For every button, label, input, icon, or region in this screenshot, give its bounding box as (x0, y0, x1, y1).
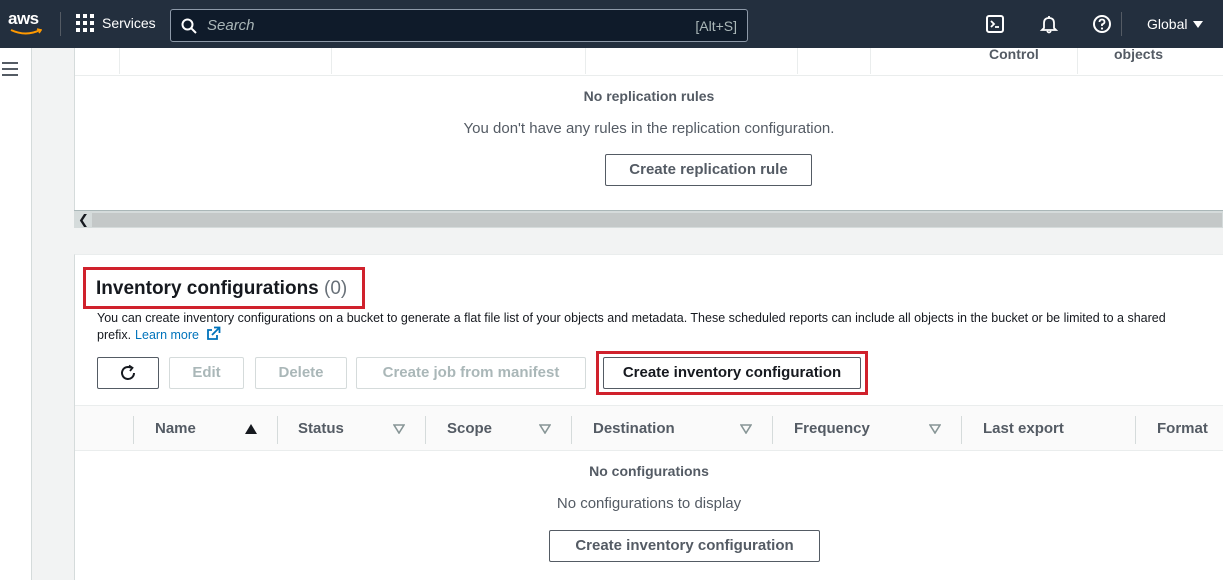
inventory-configurations-panel: Inventory configurations (0) You can cre… (74, 254, 1223, 580)
services-grid-icon (76, 14, 94, 32)
search-bar[interactable]: [Alt+S] (170, 9, 748, 42)
column-header-control[interactable]: Control (989, 46, 1039, 62)
column-header-scope[interactable]: Scope (447, 420, 492, 437)
scrollbar-thumb[interactable] (92, 213, 1222, 227)
refresh-button[interactable] (97, 357, 159, 389)
side-navigation-collapsed (0, 48, 32, 580)
menu-hamburger-icon[interactable] (2, 62, 18, 76)
column-header-name[interactable]: Name (155, 420, 196, 437)
cloudshell-icon[interactable] (985, 14, 1005, 34)
inventory-description-prefix: prefix. (97, 328, 132, 342)
caret-down-icon (1193, 20, 1204, 28)
nav-divider (60, 12, 61, 36)
column-header-destination[interactable]: Destination (593, 420, 675, 437)
refresh-icon (121, 364, 135, 380)
search-input[interactable] (207, 17, 696, 34)
delete-button[interactable]: Delete (255, 357, 347, 389)
learn-more-link[interactable]: Learn more (135, 328, 199, 342)
inventory-table-header: Name Status Scope Destination Frequency … (75, 405, 1223, 451)
horizontal-scrollbar[interactable]: ❮ (74, 210, 1223, 228)
help-icon[interactable] (1092, 14, 1112, 34)
inventory-empty-title: No configurations (589, 463, 709, 479)
services-menu-button[interactable]: Services (76, 14, 156, 32)
notifications-bell-icon[interactable] (1039, 14, 1059, 34)
top-navigation-bar: aws Services [Alt+S] Global (0, 0, 1223, 48)
sort-icon[interactable] (393, 424, 405, 434)
aws-logo[interactable]: aws (8, 10, 44, 36)
inventory-title: Inventory configurations (0) (96, 278, 347, 300)
sort-ascending-icon[interactable] (245, 424, 257, 434)
sort-icon[interactable] (740, 424, 752, 434)
create-job-from-manifest-button[interactable]: Create job from manifest (356, 357, 586, 389)
inventory-count: (0) (324, 278, 348, 299)
column-header-objects[interactable]: objects (1114, 46, 1163, 62)
replication-empty-description: You don't have any rules in the replicat… (463, 120, 835, 137)
inventory-header-highlight: Inventory configurations (0) (83, 267, 365, 309)
inventory-empty-description: No configurations to display (556, 495, 742, 512)
external-link-icon[interactable] (206, 326, 221, 341)
column-header-format[interactable]: Format (1157, 420, 1208, 437)
create-inventory-configuration-button[interactable]: Create inventory configuration (603, 357, 861, 389)
column-header-frequency[interactable]: Frequency (794, 420, 870, 437)
create-inventory-configuration-highlight: Create inventory configuration (596, 351, 868, 395)
region-selector[interactable]: Global (1147, 16, 1204, 32)
search-shortcut-hint: [Alt+S] (695, 17, 737, 34)
replication-table-header: Control objects (75, 46, 1223, 76)
edit-button[interactable]: Edit (169, 357, 244, 389)
replication-rules-panel: Control objects No replication rules You… (74, 46, 1223, 228)
column-header-status[interactable]: Status (298, 420, 344, 437)
sort-icon[interactable] (929, 424, 941, 434)
sort-icon[interactable] (539, 424, 551, 434)
search-icon (181, 18, 197, 34)
inventory-description: You can create inventory configurations … (97, 311, 1166, 325)
aws-logo-text: aws (8, 9, 39, 28)
column-header-last-export[interactable]: Last export (983, 420, 1064, 437)
services-label: Services (102, 15, 156, 31)
replication-empty-title: No replication rules (583, 88, 715, 104)
region-label: Global (1147, 16, 1188, 32)
inventory-description-continued: prefix. Learn more (97, 326, 221, 344)
create-inventory-configuration-empty-button[interactable]: Create inventory configuration (549, 530, 820, 562)
nav-divider-right (1121, 12, 1122, 36)
create-replication-rule-button[interactable]: Create replication rule (605, 154, 812, 186)
aws-smile-icon (10, 28, 42, 35)
inventory-title-text: Inventory configurations (96, 278, 319, 299)
scroll-left-icon[interactable]: ❮ (78, 212, 89, 228)
